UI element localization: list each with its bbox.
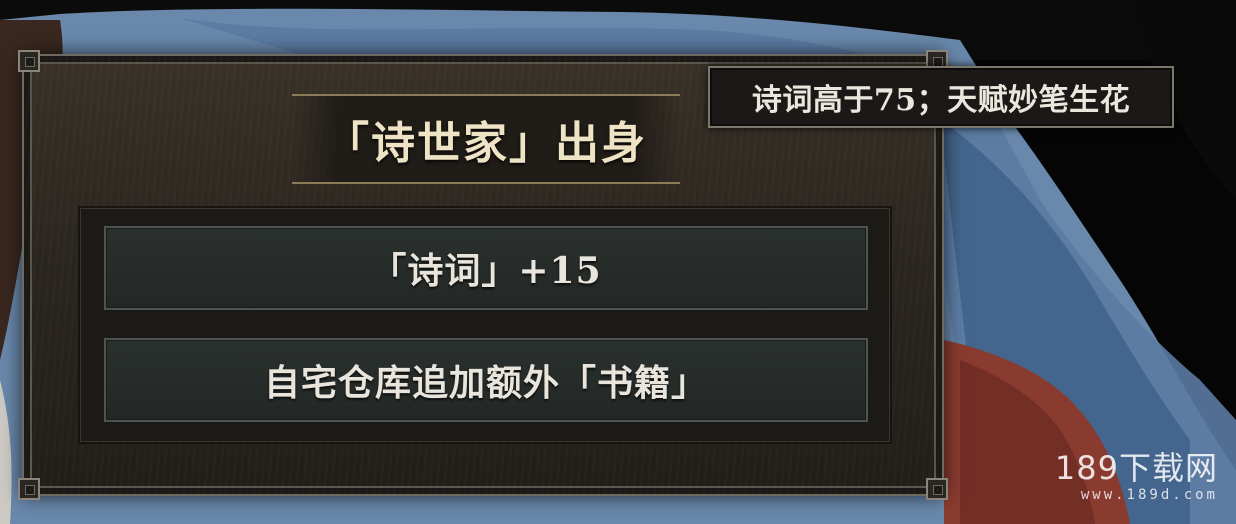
panel-corner-ornament [18,50,40,72]
effect-item-poetry-bonus: 「诗词」+15 [104,226,868,310]
panel-corner-ornament [926,478,948,500]
effect-item-extra-books: 自宅仓库追加额外「书籍」 [104,338,868,422]
tooltip-text: 诗词高于75；天赋妙笔生花 [751,83,1131,118]
effect-label: 「诗词」+15 [370,250,602,292]
title-plaque: 「诗世家」出身 [292,94,680,184]
panel-title: 「诗世家」出身 [325,118,647,169]
requirement-tooltip: 诗词高于75；天赋妙笔生花 [708,66,1174,128]
game-screen: 「诗世家」出身 「诗词」+15 自宅仓库追加额外「书籍」 诗词高于75；天赋妙笔… [0,0,1236,524]
watermark-url: www.189d.com [1080,487,1218,503]
panel-corner-ornament [18,478,40,500]
site-watermark: 189下载网 www.189d.com [1038,450,1218,514]
effect-label: 自宅仓库追加额外「书籍」 [263,362,708,404]
effects-list: 「诗词」+15 自宅仓库追加额外「书籍」 [78,206,892,444]
watermark-main: 189下载网 [1054,449,1218,487]
